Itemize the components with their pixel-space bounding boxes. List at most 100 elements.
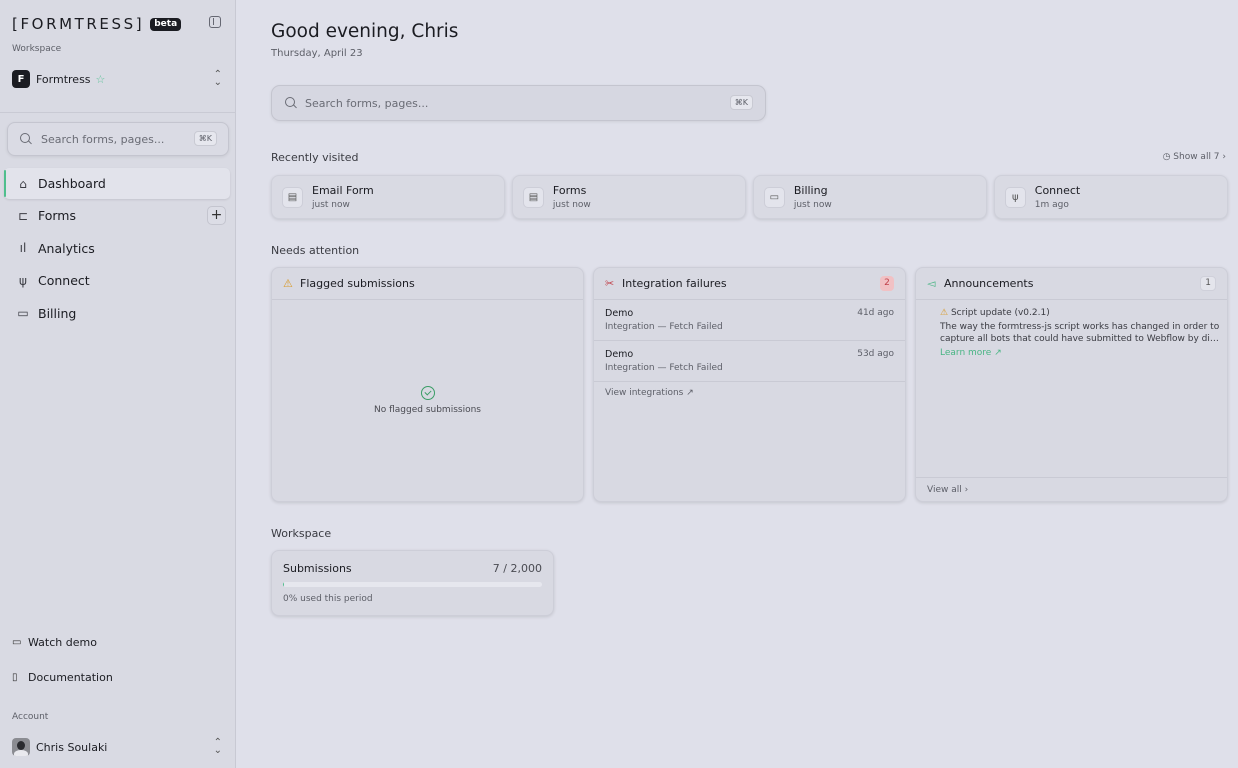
card-header: ⚠ Flagged submissions (272, 268, 583, 300)
shortcut-badge: ⌘K (729, 95, 753, 110)
recent-item-time: 1m ago (1034, 200, 1069, 210)
needs-attention-title: Needs attention (271, 244, 360, 257)
sidebar-bottom-links: ▭ Watch demo ▯ Documentation (12, 634, 224, 704)
recent-item[interactable]: ψ Connect 1m ago (993, 175, 1228, 219)
document-icon: ▤ (522, 187, 544, 208)
search-placeholder: Search forms, pages... (305, 96, 429, 110)
search-input[interactable]: Search forms, pages... ⌘K (271, 85, 766, 121)
current-date: Thursday, April 23 (271, 48, 363, 59)
page-title: Good evening, Chris (271, 21, 459, 42)
view-all-link[interactable]: View all › (916, 477, 1227, 501)
recent-item-time: just now (552, 200, 591, 210)
recent-item-time: just now (793, 200, 832, 210)
card-icon: ▭ (763, 187, 785, 208)
clock-icon: ◷ (1162, 152, 1174, 162)
card-header: ◅ Announcements 1 (916, 268, 1227, 300)
watch-demo-link[interactable]: ▭ Watch demo (12, 634, 224, 650)
document-icon: ▤ (282, 187, 303, 208)
recent-item[interactable]: ▭ Billing just now (752, 175, 988, 219)
forms-icon: ⊏ (17, 208, 29, 223)
app: [FORMTRESS] beta Workspace F Formtress ☆… (0, 0, 1238, 768)
usage-value: 7 / 2,000 (492, 562, 542, 575)
broken-link-icon: ✂ (605, 277, 615, 290)
book-icon: ▯ (12, 671, 18, 683)
list-item[interactable]: Demo Integration — Fetch Failed 53d ago (594, 341, 905, 382)
failure-description: Integration — Fetch Failed (605, 363, 723, 373)
divider (0, 112, 236, 113)
recent-list: ▤ Email Form just now ▤ Forms just now ▭… (271, 175, 1228, 219)
watch-demo-label: Watch demo (28, 635, 97, 649)
sidebar-nav: ⌂ Dashboard ⊏ Forms + ıl Analytics ψ Con… (4, 168, 230, 330)
workspace-switcher[interactable]: F Formtress ☆ ⌃ ⌄ (12, 70, 224, 88)
sidebar-item-billing[interactable]: ▭ Billing (4, 298, 230, 329)
integration-failures-card: ✂ Integration failures 2 Demo Integratio… (593, 267, 906, 502)
announcements-card: ◅ Announcements 1 ⚠ Script update (v0.2.… (915, 267, 1228, 502)
star-icon[interactable]: ☆ (96, 73, 106, 86)
plug-icon: ψ (19, 273, 27, 288)
announcement-title-text: Script update (v0.2.1) (950, 308, 1050, 318)
card-title: Announcements (944, 277, 1034, 290)
workspace-avatar: F (12, 70, 30, 88)
announcement-title: ⚠ Script update (v0.2.1) (940, 308, 1216, 318)
workspace-section-title: Workspace (271, 527, 332, 540)
user-name: Chris Soulaki (36, 740, 108, 754)
documentation-link[interactable]: ▯ Documentation (12, 669, 224, 685)
count-badge: 2 (880, 276, 894, 291)
view-integrations-link[interactable]: View integrations ↗ (605, 388, 694, 398)
logo: [FORMTRESS] (12, 15, 145, 33)
sidebar-item-analytics[interactable]: ıl Analytics (4, 233, 230, 264)
add-form-button[interactable]: + (207, 206, 226, 226)
failure-age: 41d ago (857, 308, 894, 318)
megaphone-icon: ◅ (927, 277, 936, 290)
empty-state: No flagged submissions (272, 386, 583, 415)
usage-subtitle: 0% used this period (283, 594, 373, 604)
sidebar-item-forms[interactable]: ⊏ Forms + (4, 200, 230, 231)
recent-item-title: Billing (793, 184, 828, 197)
chevron-updown-icon: ⌃ ⌄ (213, 69, 222, 88)
sidebar-item-connect[interactable]: ψ Connect (4, 265, 230, 296)
plug-icon: ψ (1004, 187, 1026, 208)
learn-more-link[interactable]: Learn more ↗ (940, 348, 1216, 358)
show-all-link[interactable]: ◷ Show all 7 › (1163, 152, 1226, 162)
warning-icon: ⚠ (940, 308, 951, 318)
card-header: ✂ Integration failures 2 (594, 268, 905, 300)
list-item[interactable]: Demo Integration — Fetch Failed 41d ago (594, 300, 905, 341)
analytics-icon: ıl (19, 241, 27, 256)
account-switcher[interactable]: Chris Soulaki ⌃ ⌄ (12, 738, 224, 756)
beta-badge: beta (150, 17, 182, 31)
workspace-name: Formtress (36, 72, 91, 86)
tag-icon: ▭ (17, 306, 29, 321)
recent-item[interactable]: ▤ Forms just now (511, 175, 747, 219)
shortcut-badge: ⌘K (193, 131, 217, 146)
recent-item-time: just now (312, 200, 350, 210)
sidebar-item-label: Connect (38, 273, 90, 289)
account-label: Account (12, 712, 49, 722)
show-all-label: Show all 7 (1173, 152, 1220, 162)
recently-visited-title: Recently visited (271, 151, 359, 164)
recent-item-title: Email Form (312, 184, 374, 197)
announcement-text: capture all bots that could have submitt… (940, 334, 1220, 344)
sidebar-item-dashboard[interactable]: ⌂ Dashboard (4, 168, 230, 199)
sidebar-item-label: Billing (38, 305, 77, 321)
sidebar: [FORMTRESS] beta Workspace F Formtress ☆… (0, 0, 236, 768)
search-icon (285, 97, 297, 109)
usage-progress-bar (283, 582, 542, 587)
recent-item[interactable]: ▤ Email Form just now (271, 175, 506, 219)
announcement-item: ⚠ Script update (v0.2.1) The way the for… (916, 300, 1227, 358)
sidebar-search[interactable]: Search forms, pages... ⌘K (7, 122, 229, 156)
usage-progress-fill (283, 582, 284, 587)
failure-description: Integration — Fetch Failed (605, 322, 723, 332)
sidebar-item-label: Dashboard (38, 176, 106, 191)
home-icon: ⌂ (19, 176, 27, 191)
sidebar-item-label: Analytics (38, 240, 95, 256)
sidebar-item-label: Forms (38, 208, 77, 224)
card-title: Integration failures (622, 277, 727, 290)
main-content: Good evening, Chris Thursday, April 23 S… (236, 0, 1238, 768)
workspace-label: Workspace (12, 44, 62, 54)
collapse-sidebar-icon[interactable] (209, 16, 221, 28)
check-circle-icon (420, 386, 435, 400)
announcement-text: The way the formtress-js script works ha… (940, 322, 1220, 332)
needs-attention-cards: ⚠ Flagged submissions No flagged submiss… (271, 267, 1228, 502)
submissions-usage-card: Submissions 7 / 2,000 0% used this perio… (271, 550, 554, 616)
chevron-right-icon: › (1219, 152, 1226, 162)
